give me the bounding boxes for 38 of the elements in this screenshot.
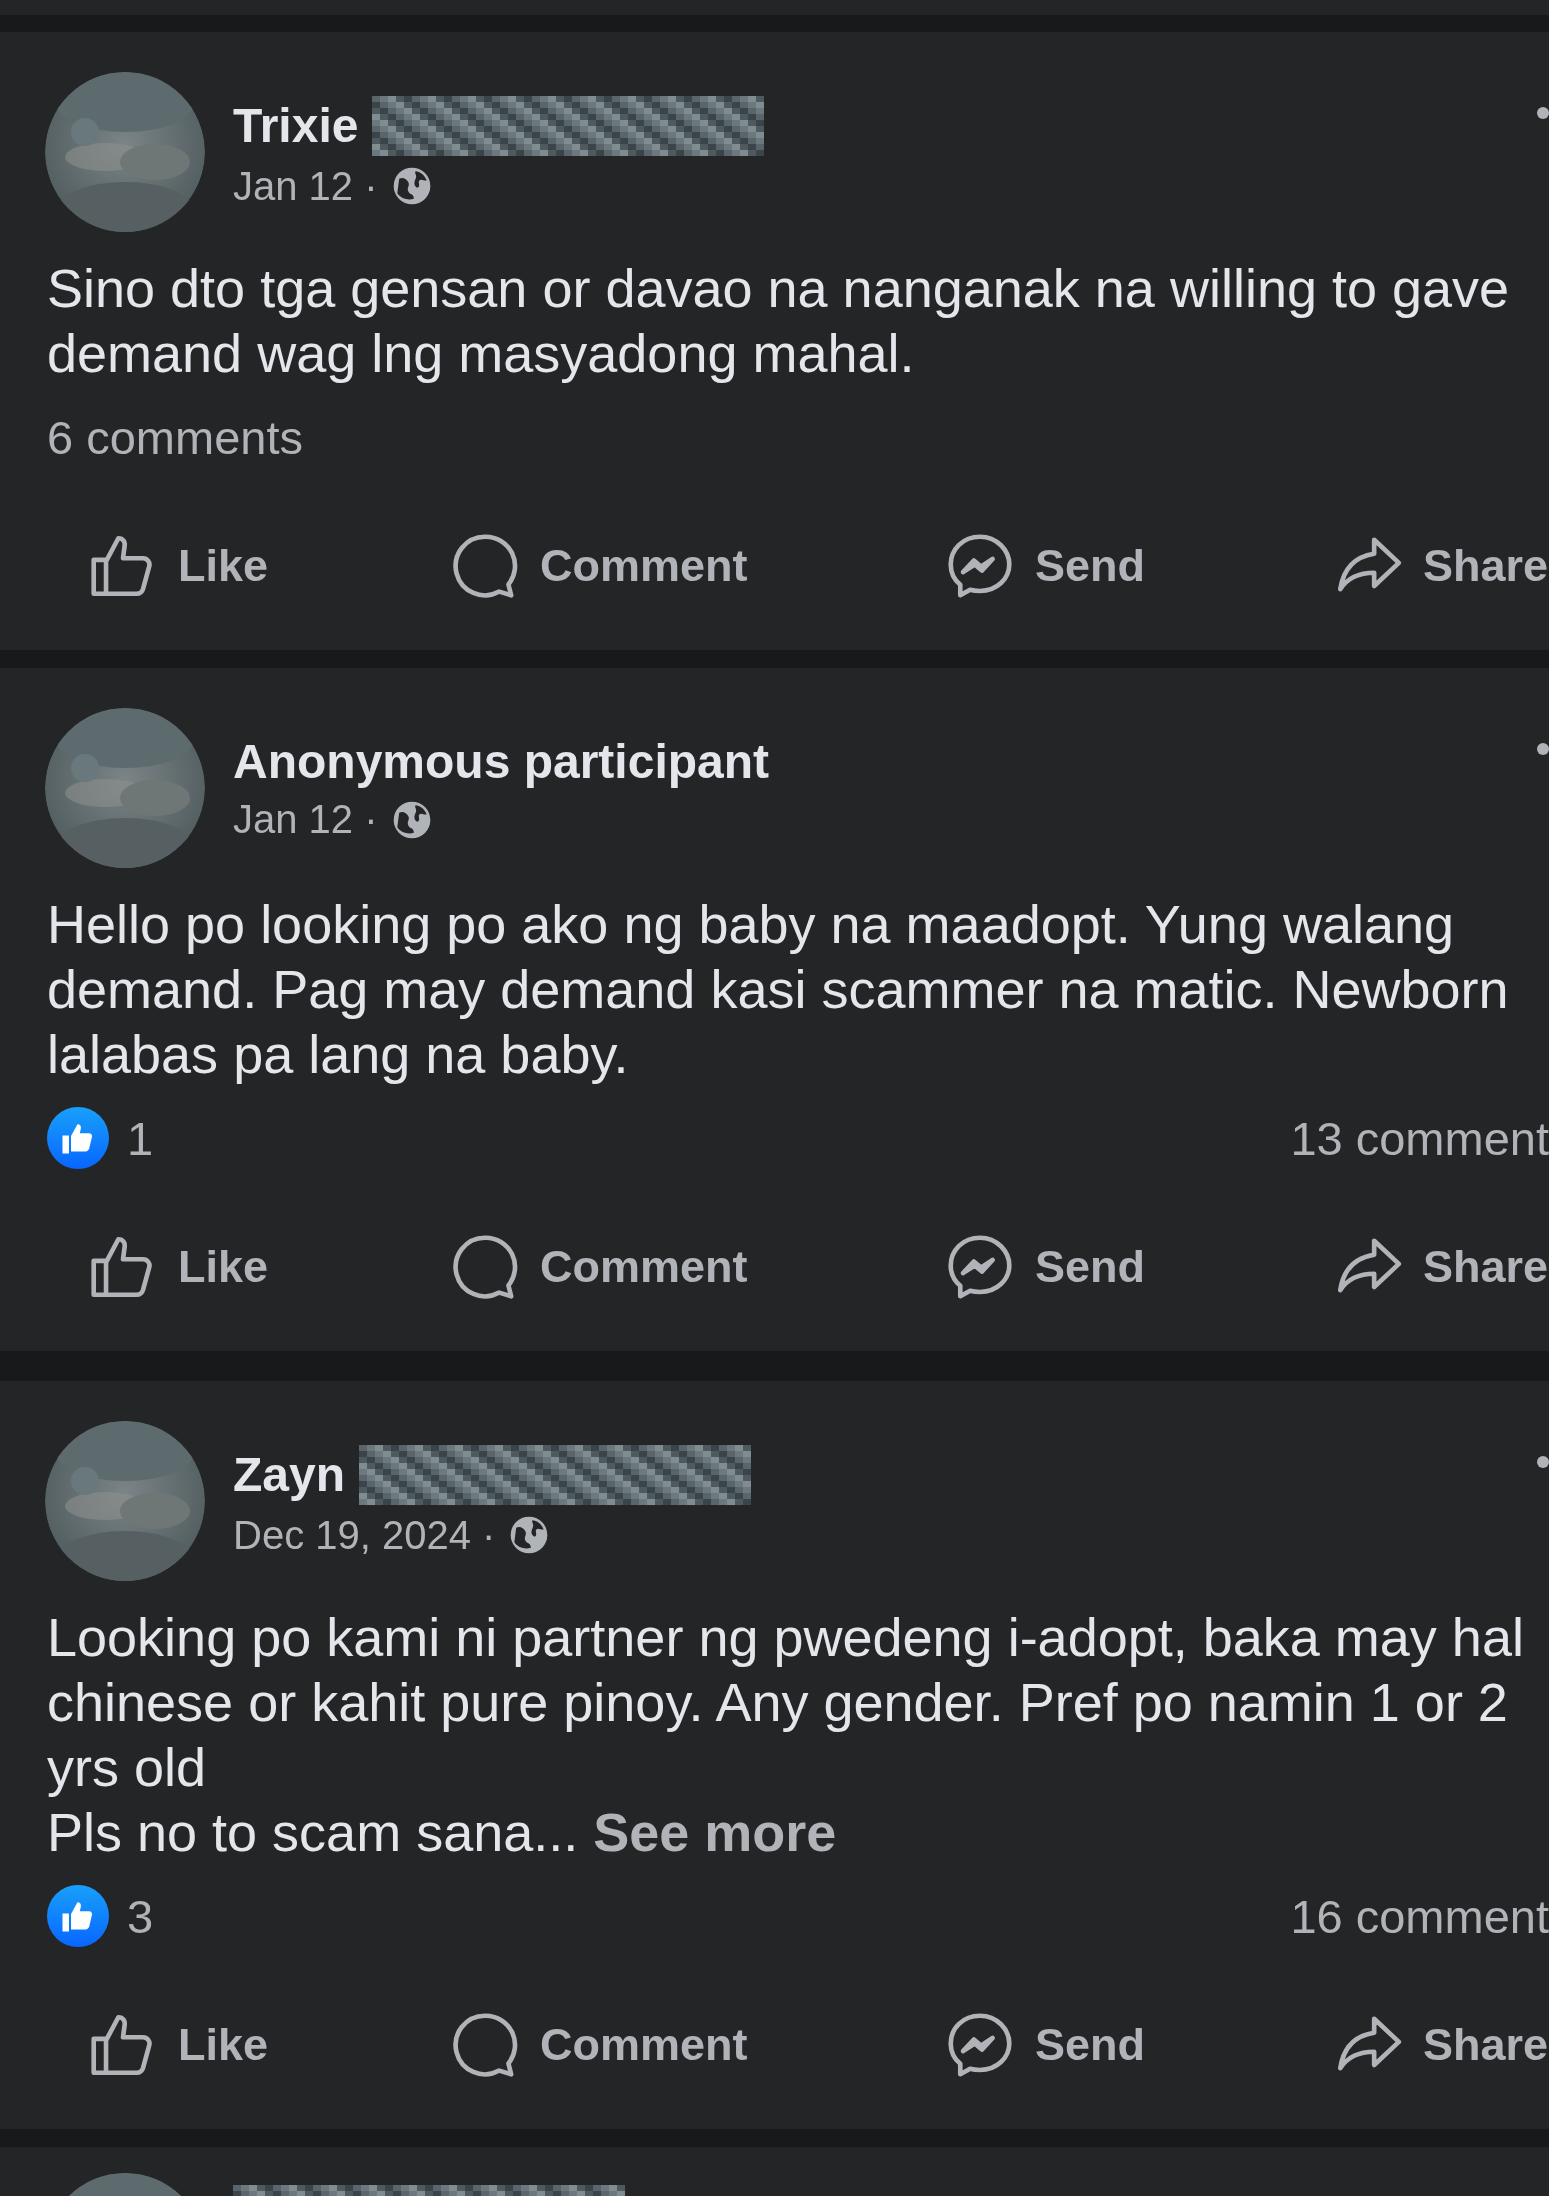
post-date[interactable]: Dec 19, 2024 · xyxy=(233,1512,496,1558)
author-name[interactable]: Zayn xyxy=(233,1447,346,1502)
post-text: Looking po kami ni partner ng pwedeng i-adopt, baka may hal xyxy=(47,1606,1525,1669)
author-name[interactable]: Trixie xyxy=(233,98,359,153)
like-button[interactable]: Like xyxy=(86,529,448,603)
like-reaction-icon xyxy=(47,1107,109,1169)
post-text: Sino dto tga gensan or davao na nanganak na willing to gave xyxy=(47,257,1511,320)
reaction-count[interactable]: 3 xyxy=(127,1888,154,1944)
send-button[interactable]: Send xyxy=(943,2008,1331,2082)
comment-button[interactable]: Comment xyxy=(448,529,943,603)
post-text: yrs old xyxy=(47,1736,208,1799)
send-button[interactable]: Send xyxy=(943,1230,1331,1304)
more-options-icon[interactable] xyxy=(1536,742,1549,756)
share-button[interactable]: Share xyxy=(1331,2008,1549,2082)
post-text: chinese or kahit pure pinoy. Any gender. Pref po namin 1 or 2 xyxy=(47,1671,1509,1734)
post-date[interactable]: Jan 12 · xyxy=(233,797,378,842)
comment-button[interactable]: Comment xyxy=(448,2008,943,2082)
post-text: demand wag lng masyadong mahal. xyxy=(47,322,916,385)
post-text: Hello po looking po ako ng baby na maadopt. Yung walang xyxy=(47,893,1456,956)
post-text: Pls no to scam sana... See more xyxy=(47,1801,838,1864)
comment-count[interactable]: 6 comments xyxy=(47,409,303,465)
post-date[interactable]: Jan 12 · xyxy=(233,163,378,209)
comment-count[interactable]: 16 comment xyxy=(1290,1888,1549,1944)
more-options-icon[interactable] xyxy=(1536,106,1549,120)
comment-count[interactable]: 13 comment xyxy=(1290,1110,1549,1166)
author-name[interactable]: Anonymous participant xyxy=(233,734,770,789)
send-button[interactable]: Send xyxy=(943,529,1331,603)
like-reaction-icon xyxy=(47,1885,109,1947)
post-text: demand. Pag may demand kasi scammer na matic. Newborn xyxy=(47,958,1510,1021)
like-button[interactable]: Like xyxy=(86,2008,448,2082)
share-button[interactable]: Share xyxy=(1331,529,1549,603)
post-text: lalabas pa lang na baby. xyxy=(47,1023,630,1086)
more-options-icon[interactable] xyxy=(1536,1455,1549,1469)
see-more-link[interactable]: See more xyxy=(593,1802,837,1862)
comment-button[interactable]: Comment xyxy=(448,1230,943,1304)
share-button[interactable]: Share xyxy=(1331,1230,1549,1304)
like-button[interactable]: Like xyxy=(86,1230,448,1304)
reaction-count[interactable]: 1 xyxy=(127,1110,154,1166)
